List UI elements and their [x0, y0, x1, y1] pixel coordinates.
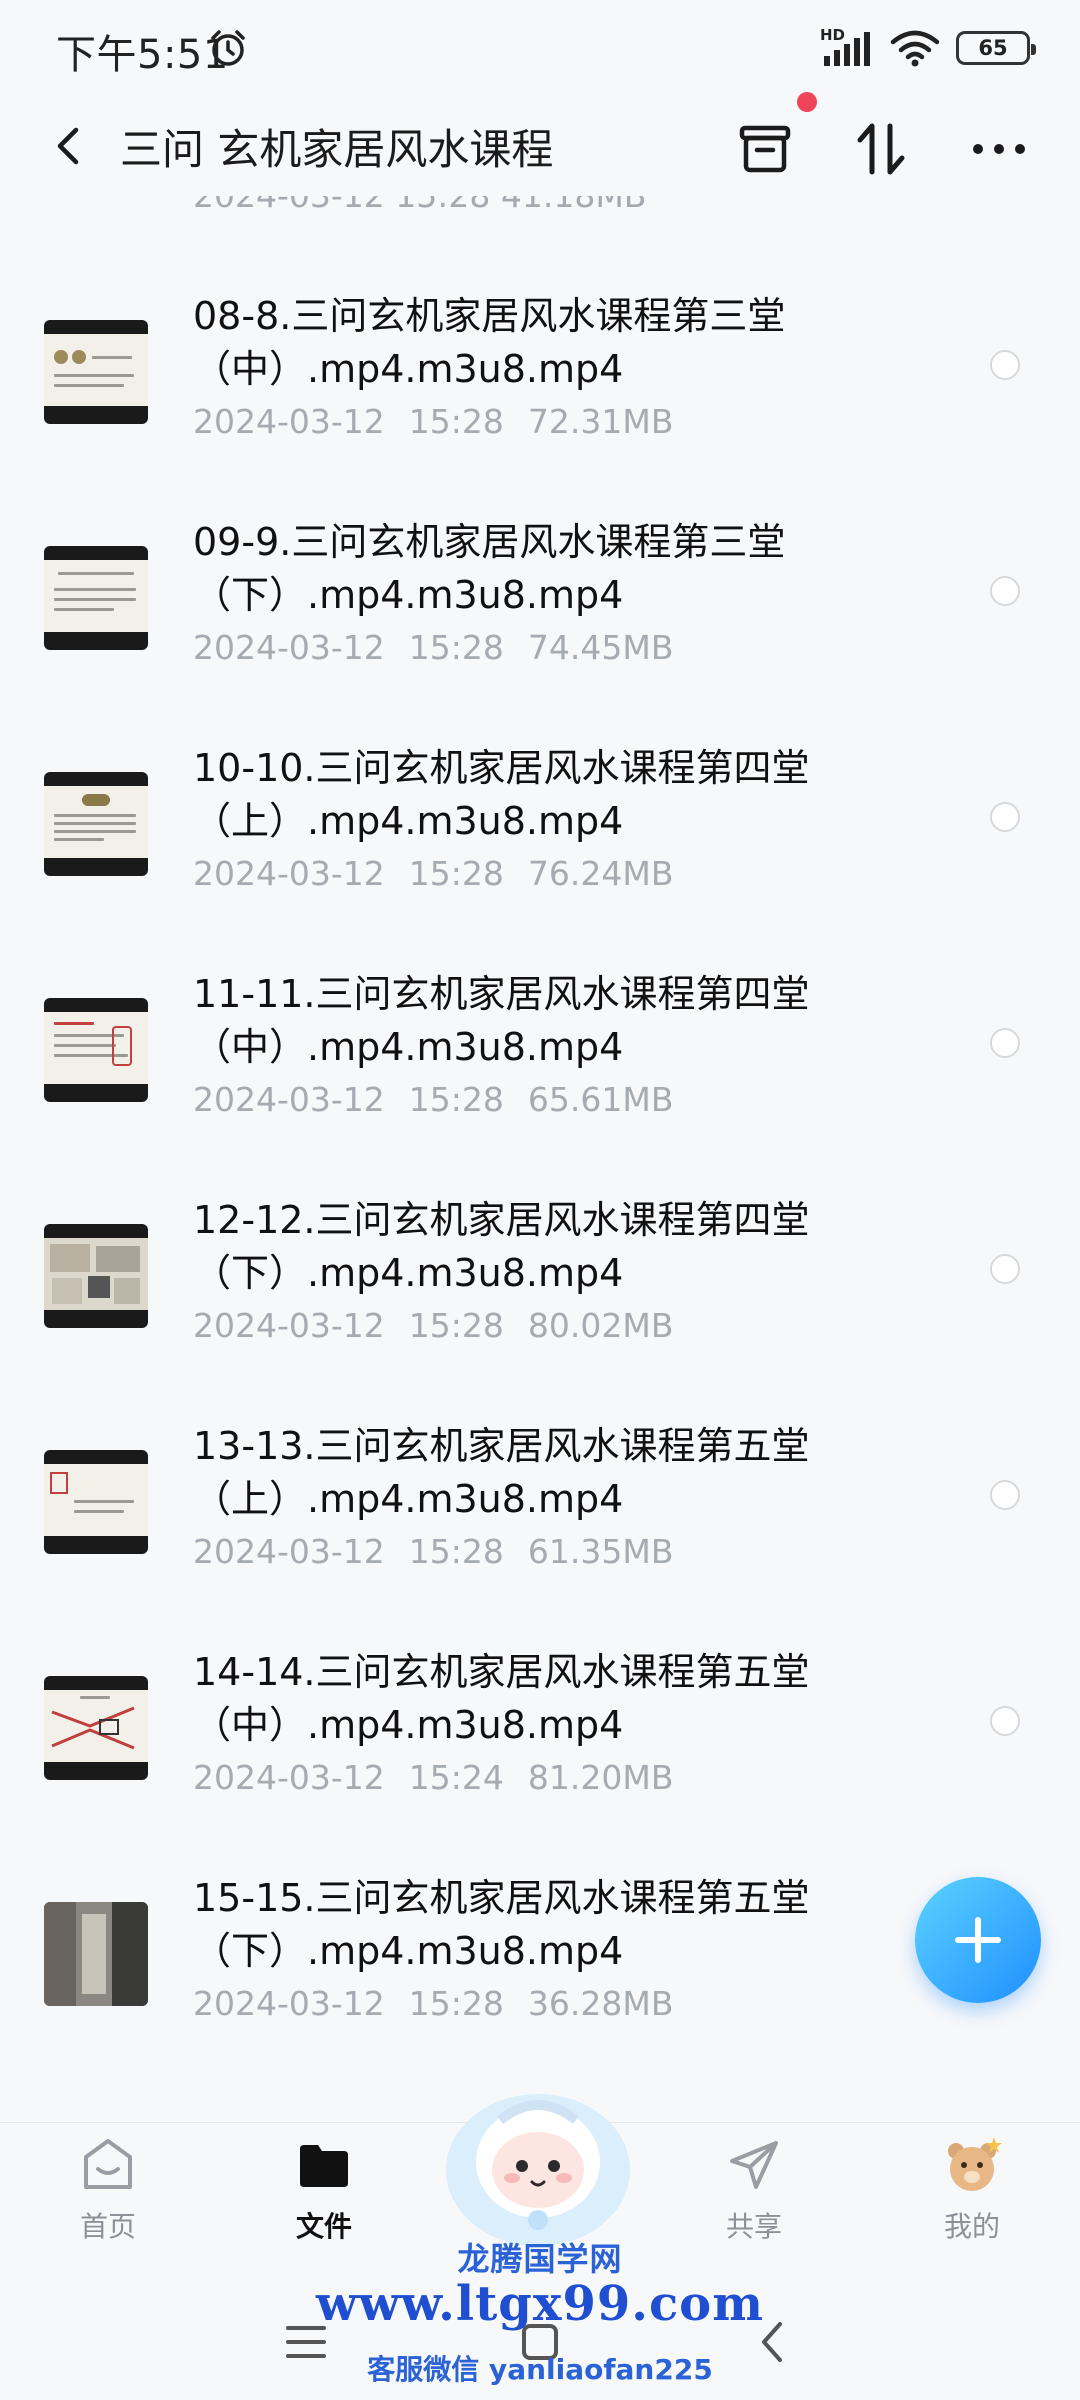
file-item[interactable]: 14-14.三问玄机家居风水课程第五堂（中）.mp4.m3u8.mp4 2024…	[0, 1646, 1080, 1872]
sort-icon[interactable]	[848, 116, 914, 182]
video-thumbnail	[44, 546, 148, 650]
file-name: 11-11.三问玄机家居风水课程第四堂（中）.mp4.m3u8.mp4	[193, 972, 810, 1069]
watermark-contact: 客服微信 yanliaofan225	[367, 2353, 713, 2386]
add-button[interactable]	[915, 1877, 1041, 2003]
file-item[interactable]: 15-15.三问玄机家居风水课程第五堂（下）.mp4.m3u8.mp4 2024…	[0, 1872, 1080, 2098]
archive-icon[interactable]	[732, 116, 798, 182]
file-meta: 2024-03-12 15:28 76.24MB	[193, 854, 674, 893]
status-time: 下午5:51	[56, 32, 229, 78]
file-name: 09-9.三问玄机家居风水课程第三堂（下）.mp4.m3u8.mp4	[193, 520, 786, 617]
file-item[interactable]: 09-9.三问玄机家居风水课程第三堂（下）.mp4.m3u8.mp4 2024-…	[0, 516, 1080, 742]
select-radio[interactable]	[990, 1706, 1020, 1736]
video-thumbnail	[44, 772, 148, 876]
top-bar: 三问 玄机家居风水课程	[0, 96, 1080, 196]
wifi-icon	[890, 30, 940, 67]
file-meta: 2024-03-12 15:24 81.20MB	[193, 1758, 674, 1797]
file-name: 12-12.三问玄机家居风水课程第四堂（下）.mp4.m3u8.mp4	[193, 1198, 810, 1295]
select-radio[interactable]	[990, 1028, 1020, 1058]
file-item[interactable]: 13-13.三问玄机家居风水课程第五堂（上）.mp4.m3u8.mp4 2024…	[0, 1420, 1080, 1646]
video-thumbnail	[44, 1450, 148, 1554]
file-item[interactable]: 08-8.三问玄机家居风水课程第三堂（中）.mp4.m3u8.mp4 2024-…	[0, 290, 1080, 516]
previous-item-meta: 2024-03-12 15:28 41.18MB	[193, 196, 646, 215]
file-name: 10-10.三问玄机家居风水课程第四堂（上）.mp4.m3u8.mp4	[193, 746, 810, 843]
select-radio[interactable]	[990, 576, 1020, 606]
file-item[interactable]: 10-10.三问玄机家居风水课程第四堂（上）.mp4.m3u8.mp4 2024…	[0, 742, 1080, 968]
alarm-icon	[211, 30, 245, 66]
video-thumbnail	[44, 1902, 148, 2006]
back-arrow-icon[interactable]	[42, 118, 98, 174]
status-bar: 下午5:51 HD 65	[0, 0, 1080, 96]
notification-dot	[797, 92, 817, 112]
file-meta: 2024-03-12 15:28 61.35MB	[193, 1532, 674, 1571]
signal-icon: HD	[818, 26, 874, 68]
select-radio[interactable]	[990, 802, 1020, 832]
file-meta: 2024-03-12 15:28 74.45MB	[193, 628, 674, 667]
more-icon[interactable]	[966, 116, 1032, 182]
file-meta: 2024-03-12 15:28 65.61MB	[193, 1080, 674, 1119]
video-thumbnail	[44, 320, 148, 424]
file-meta: 2024-03-12 15:28 72.31MB	[193, 402, 674, 441]
battery-icon: 65	[956, 31, 1036, 65]
file-name: 15-15.三问玄机家居风水课程第五堂（下）.mp4.m3u8.mp4	[193, 1876, 810, 1973]
file-item[interactable]: 12-12.三问玄机家居风水课程第四堂（下）.mp4.m3u8.mp4 2024…	[0, 1194, 1080, 1420]
video-thumbnail	[44, 1224, 148, 1328]
file-item[interactable]: 11-11.三问玄机家居风水课程第四堂（中）.mp4.m3u8.mp4 2024…	[0, 968, 1080, 1194]
select-radio[interactable]	[990, 1254, 1020, 1284]
mascot-image	[446, 2094, 630, 2246]
status-icons: HD 65	[818, 26, 1036, 68]
file-meta: 2024-03-12 15:28 36.28MB	[193, 1984, 674, 2023]
watermark-url: www.ltgx99.com	[316, 2276, 764, 2332]
folder-icon	[300, 2145, 348, 2187]
bear-avatar-icon	[948, 2137, 1002, 2191]
file-name: 08-8.三问玄机家居风水课程第三堂（中）.mp4.m3u8.mp4	[193, 294, 786, 391]
select-radio[interactable]	[990, 350, 1020, 380]
share-icon	[730, 2141, 778, 2189]
home-icon	[84, 2139, 132, 2189]
video-thumbnail	[44, 998, 148, 1102]
file-name: 13-13.三问玄机家居风水课程第五堂（上）.mp4.m3u8.mp4	[193, 1424, 810, 1521]
watermark-site: 龙腾国学网	[457, 2240, 623, 2278]
file-name: 14-14.三问玄机家居风水课程第五堂（中）.mp4.m3u8.mp4	[193, 1650, 810, 1747]
file-meta: 2024-03-12 15:28 80.02MB	[193, 1306, 674, 1345]
select-radio[interactable]	[990, 1480, 1020, 1510]
video-thumbnail	[44, 1676, 148, 1780]
page-title: 三问 玄机家居风水课程	[120, 125, 554, 174]
file-list: 2024-03-12 15:28 41.18MB 08-8.三问玄机家居风水课程…	[0, 196, 1080, 2110]
